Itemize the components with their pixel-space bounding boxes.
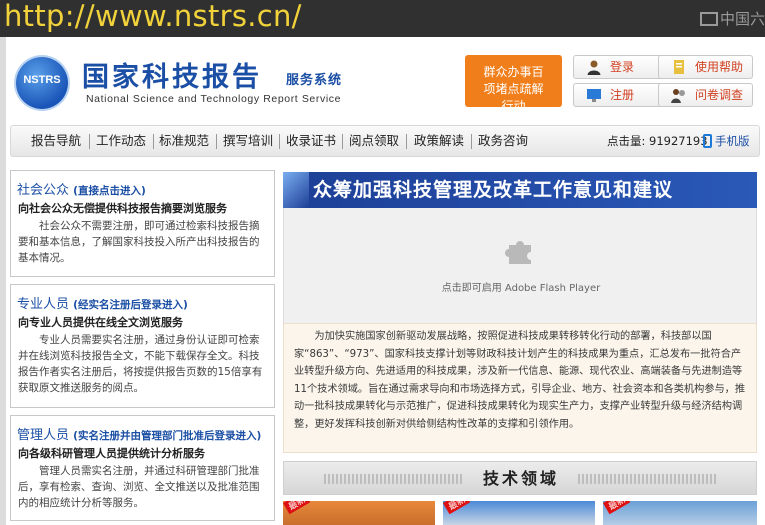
public-access-box[interactable]: 社会公众 (直接点击进入) 向社会公众无偿提供科技报告摘要浏览服务 社会公众不需… <box>10 170 275 277</box>
new-tag: 最新 <box>603 501 631 515</box>
nav-item-certificates[interactable]: 收录证书 <box>286 126 336 156</box>
monitor-icon <box>587 89 601 102</box>
nav-item-report-guide[interactable]: 报告导航 <box>31 126 81 156</box>
hit-counter: 点击量: 91927193 <box>607 134 708 148</box>
professional-title: 专业人员 (经实名注册后登录进入) <box>17 297 188 312</box>
survey-button[interactable]: 问卷调查 <box>658 83 753 107</box>
professional-description: 专业人员需要实名注册，通过身份认证即可检索并在线浏览科技报告全文，不能下载保存全… <box>18 334 263 394</box>
people-icon <box>671 89 685 103</box>
help-button[interactable]: 使用帮助 <box>658 55 753 79</box>
admin-title: 管理人员 (实名注册并由管理部门批准后登录进入) <box>17 428 262 443</box>
nav-item-writing-training[interactable]: 撰写培训 <box>223 126 273 156</box>
new-tag: 最新 <box>443 501 471 515</box>
nav-item-standards[interactable]: 标准规范 <box>159 126 209 156</box>
web-page: NSTRS 国家科技报告 服务系统 National Science and T… <box>0 37 765 525</box>
nav-item-points[interactable]: 阅点领取 <box>349 126 399 156</box>
flash-message: 点击即可启用 Adobe Flash Player <box>441 283 601 294</box>
public-title: 社会公众 (直接点击进入) <box>17 183 146 198</box>
watermark: 中国六 <box>699 8 765 29</box>
nav-divider <box>471 134 472 149</box>
tech-thumbnail[interactable]: 最新 <box>283 501 435 525</box>
nav-item-consult[interactable]: 政务咨询 <box>478 126 528 156</box>
article-text: 为加快实施国家创新驱动发展战略，按照促进科技成果转移转化行动的部署，科技部以国家… <box>294 331 746 430</box>
new-tag: 最新 <box>283 501 311 515</box>
register-button[interactable]: 注册 <box>573 83 668 107</box>
page-edge <box>0 37 6 525</box>
feature-banner[interactable]: 众筹加强科技管理及改革工作意见和建议 <box>283 172 757 208</box>
tech-fields-header: 技术领域 <box>283 461 757 495</box>
professional-subtitle: 向专业人员提供在线全文浏览服务 <box>18 316 183 329</box>
nav-divider <box>406 134 407 149</box>
nstrs-logo[interactable]: NSTRS <box>16 57 68 109</box>
nav-divider <box>216 134 217 149</box>
phone-icon <box>703 134 712 148</box>
video-overlay-bar: http://www.nstrs.cn/ 中国六 <box>0 0 765 37</box>
banner-decoration <box>283 172 309 208</box>
public-subtitle: 向社会公众无偿提供科技报告摘要浏览服务 <box>18 202 227 215</box>
main-nav: 报告导航 工作动态 标准规范 撰写培训 收录证书 阅点领取 政策解读 政务咨询 … <box>10 125 760 157</box>
nav-item-policy[interactable]: 政策解读 <box>414 126 464 156</box>
admin-access-box[interactable]: 管理人员 (实名注册并由管理部门批准后登录进入) 向各级科研管理人员提供统计分析… <box>10 415 275 521</box>
watermark-icon <box>699 12 718 26</box>
campaign-button[interactable]: 群众办事百项堵点疏解行动 <box>465 55 562 113</box>
admin-subtitle: 向各级科研管理人员提供统计分析服务 <box>18 447 205 460</box>
site-subtitle: 服务系统 <box>286 73 343 88</box>
nav-divider <box>89 134 90 149</box>
nav-divider <box>153 134 154 149</box>
nav-divider <box>279 134 280 149</box>
tech-fields-title: 技术领域 <box>482 469 559 488</box>
overlay-url: http://www.nstrs.cn/ <box>4 0 302 33</box>
help-icon <box>674 60 684 74</box>
plugin-puzzle-icon <box>505 241 531 264</box>
nav-divider <box>342 134 343 149</box>
tech-thumbnail[interactable]: 最新 <box>443 501 595 525</box>
site-title: 国家科技报告 <box>82 62 262 93</box>
professional-access-box[interactable]: 专业人员 (经实名注册后登录进入) 向专业人员提供在线全文浏览服务 专业人员需要… <box>10 284 275 408</box>
user-icon <box>587 60 601 75</box>
public-description: 社会公众不需要注册，即可通过检索科技报告摘要和基本信息，了解国家科技投入所产出科… <box>18 220 260 264</box>
nav-item-work-news[interactable]: 工作动态 <box>96 126 146 156</box>
tech-thumbnail[interactable]: 最新 <box>603 501 757 525</box>
article-summary: 为加快实施国家创新驱动发展战略，按照促进科技成果转移转化行动的部署，科技部以国家… <box>283 323 757 453</box>
flash-placeholder[interactable]: 点击即可启用 Adobe Flash Player <box>283 208 757 323</box>
admin-description: 管理人员需实名注册，并通过科研管理部门批准后，享有检索、查询、浏览、全文推送以及… <box>18 465 260 509</box>
mobile-version-link[interactable]: 手机版 <box>703 126 750 156</box>
login-button[interactable]: 登录 <box>573 55 668 79</box>
site-title-en: National Science and Technology Report S… <box>86 93 342 105</box>
